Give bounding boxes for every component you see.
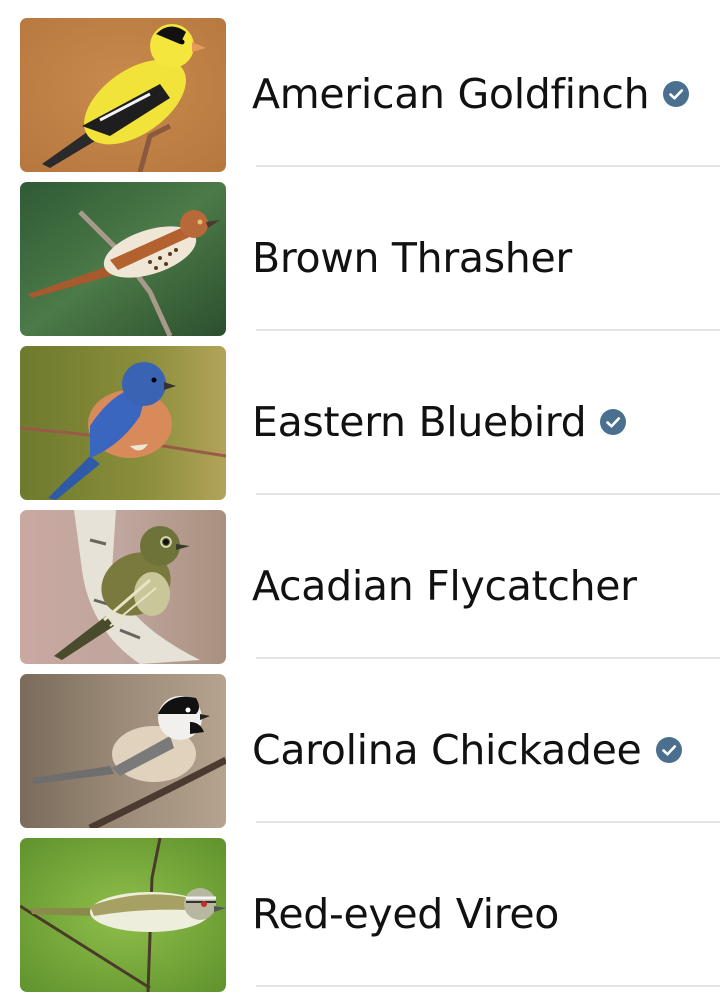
bird-name[interactable]: Brown Thrasher (252, 230, 572, 286)
list-item[interactable]: Eastern Bluebird (0, 328, 720, 500)
bird-name[interactable]: Carolina Chickadee (252, 722, 642, 778)
list-item[interactable]: American Goldfinch (0, 0, 720, 172)
verified-check-icon (655, 737, 682, 763)
list-item[interactable]: Brown Thrasher (0, 164, 720, 336)
bird-photo[interactable] (20, 674, 226, 828)
bird-photo[interactable] (20, 838, 226, 992)
list-item[interactable]: Red-eyed Vireo (0, 820, 720, 992)
bird-photo[interactable] (20, 510, 226, 664)
list-item[interactable]: Carolina Chickadee (0, 656, 720, 828)
bird-species-list: American Goldfinch Brown Thrasher Easter… (0, 0, 720, 1000)
verified-check-icon (600, 409, 627, 435)
verified-check-icon (663, 81, 690, 107)
bird-name[interactable]: Acadian Flycatcher (252, 558, 637, 614)
bird-photo[interactable] (20, 182, 226, 336)
bird-name[interactable]: Eastern Bluebird (252, 394, 587, 450)
list-item[interactable]: Acadian Flycatcher (0, 492, 720, 664)
bird-name[interactable]: American Goldfinch (252, 66, 650, 122)
bird-photo[interactable] (20, 18, 226, 172)
bird-photo[interactable] (20, 346, 226, 500)
bird-name[interactable]: Red-eyed Vireo (252, 886, 559, 942)
row-separator (256, 985, 720, 987)
